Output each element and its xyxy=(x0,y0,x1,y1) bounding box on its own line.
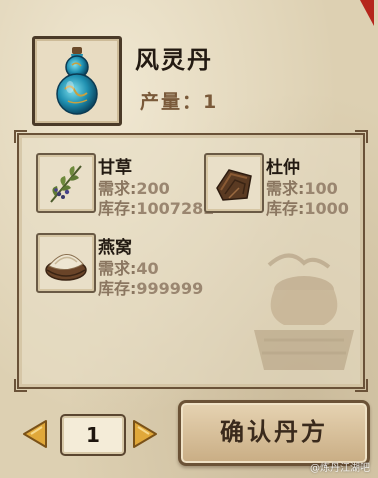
quantity-field[interactable]: 1 xyxy=(60,414,126,456)
stock-value: 1000 xyxy=(304,199,349,218)
gourd-bottle-icon xyxy=(56,47,98,115)
pill-name: 风灵丹 xyxy=(135,46,213,74)
stock-label: 库存: xyxy=(98,279,137,298)
ingredient-stock: 库存:1007282 xyxy=(98,195,216,219)
ingredient-icon-frame xyxy=(36,233,96,293)
cauldron-watermark-icon xyxy=(254,253,354,370)
yield-value: 1 xyxy=(203,91,219,113)
panel-corner-ornament xyxy=(14,130,27,143)
arrow-left-icon xyxy=(23,420,47,448)
ingredient-stock: 库存:1000 xyxy=(266,195,349,219)
ingredient-item[interactable]: 燕窝 需求:40 库存:999999 xyxy=(36,233,236,299)
panel-corner-ornament xyxy=(355,130,368,143)
ingredient-icon-frame xyxy=(204,153,264,213)
ingredients-panel: 甘草 需求:200 库存:1007282 杜仲 需求:100 库存:1000 燕… xyxy=(14,130,368,392)
yield-row: 产量：1 xyxy=(140,87,218,114)
ingredient-item[interactable]: 杜仲 需求:100 库存:1000 xyxy=(204,153,361,219)
ingredient-icon-frame xyxy=(36,153,96,213)
stock-label: 库存: xyxy=(98,199,137,218)
bark-icon xyxy=(216,169,252,201)
confirm-recipe-button[interactable]: 确认丹方 xyxy=(178,400,370,466)
arrow-right-icon xyxy=(133,420,157,448)
birds-nest-icon xyxy=(45,254,87,281)
stock-label: 库存: xyxy=(266,199,305,218)
pill-icon-frame xyxy=(32,36,122,126)
stock-value: 999999 xyxy=(136,279,204,298)
watermark-credit: @炼丹江湖吧 xyxy=(310,463,370,474)
decrease-quantity-button[interactable] xyxy=(20,418,50,450)
herb-icon xyxy=(50,165,82,203)
panel-corner-ornament xyxy=(14,379,27,392)
panel-corner-ornament xyxy=(355,379,368,392)
increase-quantity-button[interactable] xyxy=(130,418,160,450)
stock-value: 1007282 xyxy=(136,199,215,218)
ingredient-stock: 库存:999999 xyxy=(98,275,203,299)
ingredient-item[interactable]: 甘草 需求:200 库存:1007282 xyxy=(36,153,214,219)
yield-label: 产量： xyxy=(140,91,204,113)
corner-mark xyxy=(360,0,374,26)
